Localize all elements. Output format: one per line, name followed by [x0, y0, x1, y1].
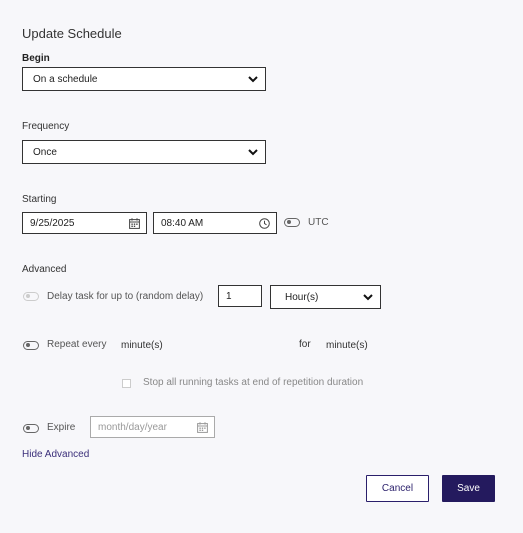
- repeat-duration-unit-label: minute(s): [326, 340, 368, 351]
- save-button[interactable]: Save: [442, 475, 495, 502]
- utc-label: UTC: [308, 217, 329, 228]
- expire-label: Expire: [47, 422, 76, 433]
- frequency-select-value: Once: [33, 146, 57, 158]
- expire-date-input[interactable]: month/day/year: [90, 416, 215, 438]
- begin-select-value: On a schedule: [33, 73, 98, 85]
- start-time-input[interactable]: 08:40 AM: [153, 212, 277, 234]
- delay-amount-input[interactable]: 1: [218, 285, 262, 307]
- frequency-select[interactable]: Once: [22, 140, 266, 164]
- stop-all-label: Stop all running tasks at end of repetit…: [143, 377, 364, 388]
- delay-unit-value: Hour(s): [285, 291, 319, 303]
- delay-unit-select[interactable]: Hour(s): [270, 285, 381, 309]
- calendar-icon[interactable]: [197, 422, 208, 433]
- repeat-toggle[interactable]: [23, 341, 39, 350]
- chevron-down-icon: [363, 294, 373, 301]
- begin-label: Begin: [22, 53, 50, 64]
- start-date-value: 9/25/2025: [30, 217, 75, 229]
- delay-amount-value: 1: [226, 290, 232, 302]
- stop-all-checkbox[interactable]: [122, 379, 131, 388]
- chevron-down-icon: [248, 149, 258, 156]
- repeat-unit-label: minute(s): [121, 340, 163, 351]
- delay-toggle[interactable]: [23, 292, 39, 301]
- clock-icon[interactable]: [259, 218, 270, 229]
- calendar-icon[interactable]: [129, 218, 140, 229]
- advanced-label: Advanced: [22, 264, 67, 275]
- start-date-input[interactable]: 9/25/2025: [22, 212, 147, 234]
- expire-toggle[interactable]: [23, 424, 39, 433]
- dialog-title: Update Schedule: [22, 26, 122, 41]
- hide-advanced-link[interactable]: Hide Advanced: [22, 449, 89, 460]
- begin-select[interactable]: On a schedule: [22, 67, 266, 91]
- chevron-down-icon: [248, 76, 258, 83]
- starting-label: Starting: [22, 194, 57, 205]
- start-time-value: 08:40 AM: [161, 217, 204, 229]
- repeat-label: Repeat every: [47, 339, 107, 350]
- cancel-button[interactable]: Cancel: [366, 475, 429, 502]
- expire-date-placeholder: month/day/year: [98, 421, 167, 433]
- repeat-for-label: for: [299, 339, 311, 350]
- delay-label: Delay task for up to (random delay): [47, 291, 204, 302]
- frequency-label: Frequency: [22, 121, 70, 132]
- utc-toggle[interactable]: [284, 218, 300, 227]
